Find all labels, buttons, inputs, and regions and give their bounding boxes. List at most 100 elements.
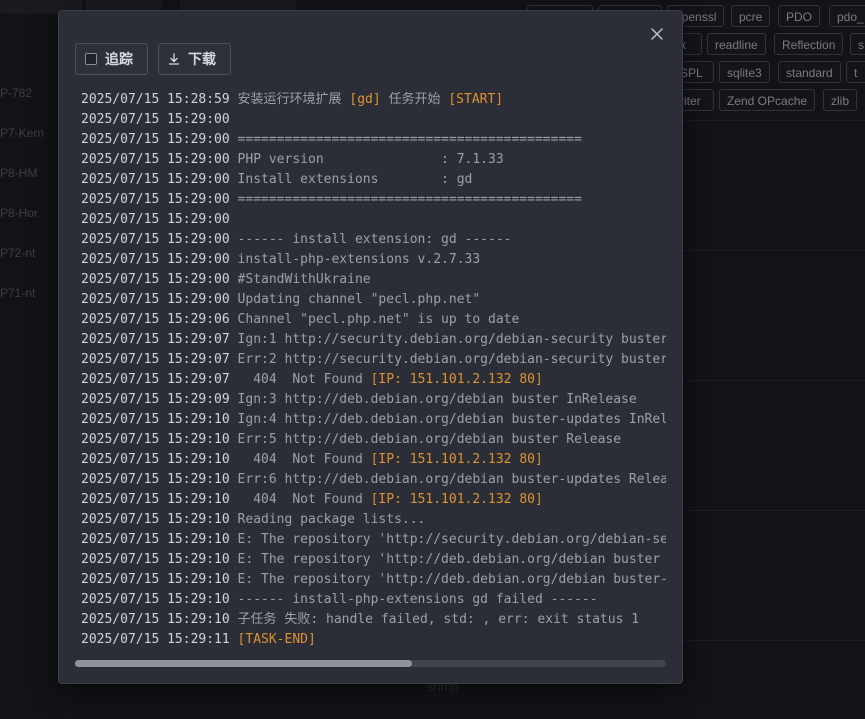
- scrollbar-thumb[interactable]: [75, 660, 412, 667]
- log-message: ========================================…: [237, 192, 582, 207]
- log-message: 任务开始: [380, 92, 449, 107]
- log-message: 安装运行环境扩展: [237, 92, 350, 107]
- log-line: 2025/07/15 15:29:00 #StandWithUkraine: [81, 270, 666, 290]
- log-highlight: [IP: 151.101.2.132 80]: [370, 372, 543, 387]
- log-line: 2025/07/15 15:29:10 Err:6 http://deb.deb…: [81, 470, 666, 490]
- log-line: 2025/07/15 15:29:10 Err:5 http://deb.deb…: [81, 430, 666, 450]
- log-line: 2025/07/15 15:29:00 Install extensions :…: [81, 170, 666, 190]
- log-line: 2025/07/15 15:29:07 Err:2 http://securit…: [81, 350, 666, 370]
- download-button[interactable]: 下载: [158, 43, 231, 75]
- log-timestamp: 2025/07/15 15:29:10: [81, 572, 230, 587]
- log-line: 2025/07/15 15:29:10 E: The repository 'h…: [81, 530, 666, 550]
- log-message: 子任务 失败: handle failed, std: , err: exit …: [237, 612, 640, 627]
- log-message: 404 Not Found: [237, 492, 371, 507]
- log-timestamp: 2025/07/15 15:29:00: [81, 252, 230, 267]
- close-icon: [651, 28, 663, 40]
- close-button[interactable]: [648, 25, 666, 43]
- log-timestamp: 2025/07/15 15:29:10: [81, 612, 230, 627]
- log-timestamp: 2025/07/15 15:29:10: [81, 592, 230, 607]
- log-line: 2025/07/15 15:29:07 404 Not Found [IP: 1…: [81, 370, 666, 390]
- log-line: 2025/07/15 15:29:09 Ign:3 http://deb.deb…: [81, 390, 666, 410]
- log-highlight: [START]: [448, 92, 504, 107]
- log-timestamp: 2025/07/15 15:29:10: [81, 512, 230, 527]
- log-line: 2025/07/15 15:29:00 ------ install exten…: [81, 230, 666, 250]
- log-line: 2025/07/15 15:29:07 Ign:1 http://securit…: [81, 330, 666, 350]
- log-line: 2025/07/15 15:29:00 ====================…: [81, 130, 666, 150]
- log-message: Err:6 http://deb.debian.org/debian buste…: [237, 472, 666, 487]
- follow-label: 追踪: [105, 51, 133, 67]
- log-timestamp: 2025/07/15 15:29:07: [81, 372, 230, 387]
- log-timestamp: 2025/07/15 15:29:10: [81, 552, 230, 567]
- log-line: 2025/07/15 15:29:11 [TASK-END]: [81, 630, 666, 650]
- log-line: 2025/07/15 15:29:10 E: The repository 'h…: [81, 550, 666, 570]
- log-line: 2025/07/15 15:29:06 Channel "pecl.php.ne…: [81, 310, 666, 330]
- log-modal: 追踪 下载 2025/07/15 15:28:59 安装运行环境扩展 [gd] …: [58, 10, 683, 684]
- log-message: E: The repository 'http://deb.debian.org…: [237, 552, 666, 567]
- log-timestamp: 2025/07/15 15:29:00: [81, 212, 230, 227]
- log-timestamp: 2025/07/15 15:29:10: [81, 412, 230, 427]
- log-message: Install extensions : gd: [237, 172, 473, 187]
- log-timestamp: 2025/07/15 15:29:09: [81, 392, 230, 407]
- checkbox-icon[interactable]: [85, 53, 97, 65]
- log-line: 2025/07/15 15:29:10 404 Not Found [IP: 1…: [81, 490, 666, 510]
- log-line: 2025/07/15 15:29:00: [81, 210, 666, 230]
- log-line: 2025/07/15 15:29:10 Reading package list…: [81, 510, 666, 530]
- log-line: 2025/07/15 15:29:00 install-php-extensio…: [81, 250, 666, 270]
- log-timestamp: 2025/07/15 15:29:11: [81, 632, 230, 647]
- log-line: 2025/07/15 15:29:10 Ign:4 http://deb.deb…: [81, 410, 666, 430]
- log-message: Updating channel "pecl.php.net": [237, 292, 481, 307]
- log-timestamp: 2025/07/15 15:29:00: [81, 172, 230, 187]
- log-message: install-php-extensions v.2.7.33: [237, 252, 481, 267]
- log-line: 2025/07/15 15:29:00: [81, 110, 666, 130]
- log-message: Ign:4 http://deb.debian.org/debian buste…: [237, 412, 666, 427]
- modal-toolbar: 追踪 下载: [75, 43, 231, 75]
- log-timestamp: 2025/07/15 15:29:00: [81, 272, 230, 287]
- log-message: Ign:1 http://security.debian.org/debian-…: [237, 332, 666, 347]
- log-message: Ign:3 http://deb.debian.org/debian buste…: [237, 392, 637, 407]
- log-timestamp: 2025/07/15 15:29:06: [81, 312, 230, 327]
- log-timestamp: 2025/07/15 15:29:00: [81, 112, 230, 127]
- log-highlight: [TASK-END]: [237, 632, 316, 647]
- log-line: 2025/07/15 15:29:00 PHP version : 7.1.33: [81, 150, 666, 170]
- log-message: PHP version : 7.1.33: [237, 152, 504, 167]
- log-message: ------ install-php-extensions gd failed …: [237, 592, 598, 607]
- log-message: 404 Not Found: [237, 452, 371, 467]
- log-timestamp: 2025/07/15 15:29:10: [81, 472, 230, 487]
- log-line: 2025/07/15 15:29:10 ------ install-php-e…: [81, 590, 666, 610]
- log-timestamp: 2025/07/15 15:29:00: [81, 292, 230, 307]
- log-line: 2025/07/15 15:29:00 ====================…: [81, 190, 666, 210]
- log-message: Err:2 http://security.debian.org/debian-…: [237, 352, 666, 367]
- log-timestamp: 2025/07/15 15:29:07: [81, 352, 230, 367]
- log-message: 404 Not Found: [237, 372, 371, 387]
- log-line: 2025/07/15 15:29:00 Updating channel "pe…: [81, 290, 666, 310]
- log-message: #StandWithUkraine: [237, 272, 371, 287]
- log-message: ------ install extension: gd ------: [237, 232, 512, 247]
- log-timestamp: 2025/07/15 15:29:10: [81, 492, 230, 507]
- log-timestamp: 2025/07/15 15:29:00: [81, 132, 230, 147]
- log-line: 2025/07/15 15:28:59 安装运行环境扩展 [gd] 任务开始 […: [81, 90, 666, 110]
- horizontal-scrollbar[interactable]: [75, 660, 666, 667]
- log-line: 2025/07/15 15:29:10 E: The repository 'h…: [81, 570, 666, 590]
- download-label: 下载: [188, 51, 216, 67]
- follow-toggle-button[interactable]: 追踪: [75, 43, 148, 75]
- log-highlight: [gd]: [349, 92, 381, 107]
- log-timestamp: 2025/07/15 15:29:10: [81, 432, 230, 447]
- log-timestamp: 2025/07/15 15:29:00: [81, 152, 230, 167]
- log-message: Channel "pecl.php.net" is up to date: [237, 312, 520, 327]
- log-message: E: The repository 'http://deb.debian.org…: [237, 572, 666, 587]
- log-highlight: [IP: 151.101.2.132 80]: [370, 492, 543, 507]
- log-timestamp: 2025/07/15 15:29:10: [81, 532, 230, 547]
- log-message: ========================================…: [237, 132, 582, 147]
- log-timestamp: 2025/07/15 15:29:10: [81, 452, 230, 467]
- log-line: 2025/07/15 15:29:10 404 Not Found [IP: 1…: [81, 450, 666, 470]
- log-output[interactable]: 2025/07/15 15:28:59 安装运行环境扩展 [gd] 任务开始 […: [81, 90, 666, 650]
- log-message: Reading package lists...: [237, 512, 426, 527]
- log-timestamp: 2025/07/15 15:29:07: [81, 332, 230, 347]
- log-line: 2025/07/15 15:29:10 子任务 失败: handle faile…: [81, 610, 666, 630]
- log-highlight: [IP: 151.101.2.132 80]: [370, 452, 543, 467]
- log-timestamp: 2025/07/15 15:29:00: [81, 192, 230, 207]
- log-timestamp: 2025/07/15 15:29:00: [81, 232, 230, 247]
- log-message: E: The repository 'http://security.debia…: [237, 532, 666, 547]
- download-icon: [168, 53, 180, 65]
- log-timestamp: 2025/07/15 15:28:59: [81, 92, 230, 107]
